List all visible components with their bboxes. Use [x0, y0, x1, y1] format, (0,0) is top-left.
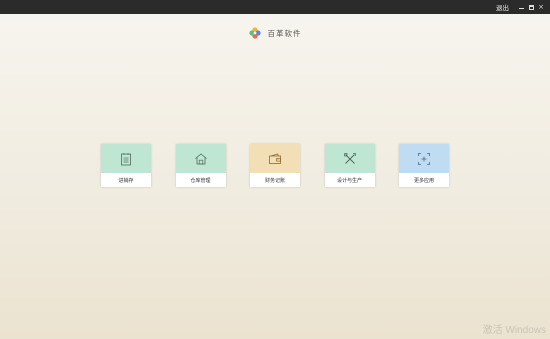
minimize-icon — [518, 7, 524, 10]
logout-button[interactable]: 退出 — [496, 2, 509, 12]
tile-label: 更多应用 — [399, 173, 449, 187]
maximize-button[interactable] — [526, 2, 536, 12]
window-controls: × — [516, 2, 546, 12]
pinwheel-logo-icon — [248, 27, 261, 39]
tile-icon-area — [175, 144, 226, 173]
tile-label: 进销存 — [101, 173, 151, 187]
tile-icon-area — [250, 144, 300, 173]
tile-icon-area — [399, 144, 449, 173]
brand-header: 百革软件 — [0, 27, 550, 39]
app-tile-design-production[interactable]: 设计与生产 — [324, 144, 375, 187]
maximize-icon — [528, 4, 534, 10]
app-tile-warehouse[interactable]: 仓库管理 — [175, 144, 226, 187]
warehouse-icon — [194, 152, 207, 164]
tile-icon-area — [101, 144, 151, 173]
app-grid: 进销存 仓库管理 财务记账 设计与生产 更多应用 — [101, 144, 449, 187]
wallet-icon — [269, 153, 281, 164]
app-tile-more-apps[interactable]: 更多应用 — [399, 144, 449, 187]
minimize-button[interactable] — [516, 2, 526, 12]
add-frame-icon — [418, 152, 430, 165]
tile-label: 设计与生产 — [324, 173, 375, 187]
title-bar: 退出 × — [0, 0, 550, 14]
close-button[interactable]: × — [536, 2, 546, 12]
activation-watermark: 激活 Windows — [482, 325, 546, 336]
tile-icon-area — [324, 144, 375, 173]
brand-name: 百革软件 — [267, 28, 302, 38]
design-tools-icon — [343, 152, 356, 164]
app-tile-inventory[interactable]: 进销存 — [101, 144, 151, 187]
clipboard-icon — [121, 152, 131, 165]
tile-label: 财务记账 — [250, 173, 300, 187]
tile-label: 仓库管理 — [175, 173, 226, 187]
app-tile-finance[interactable]: 财务记账 — [250, 144, 300, 187]
close-icon: × — [538, 2, 544, 11]
